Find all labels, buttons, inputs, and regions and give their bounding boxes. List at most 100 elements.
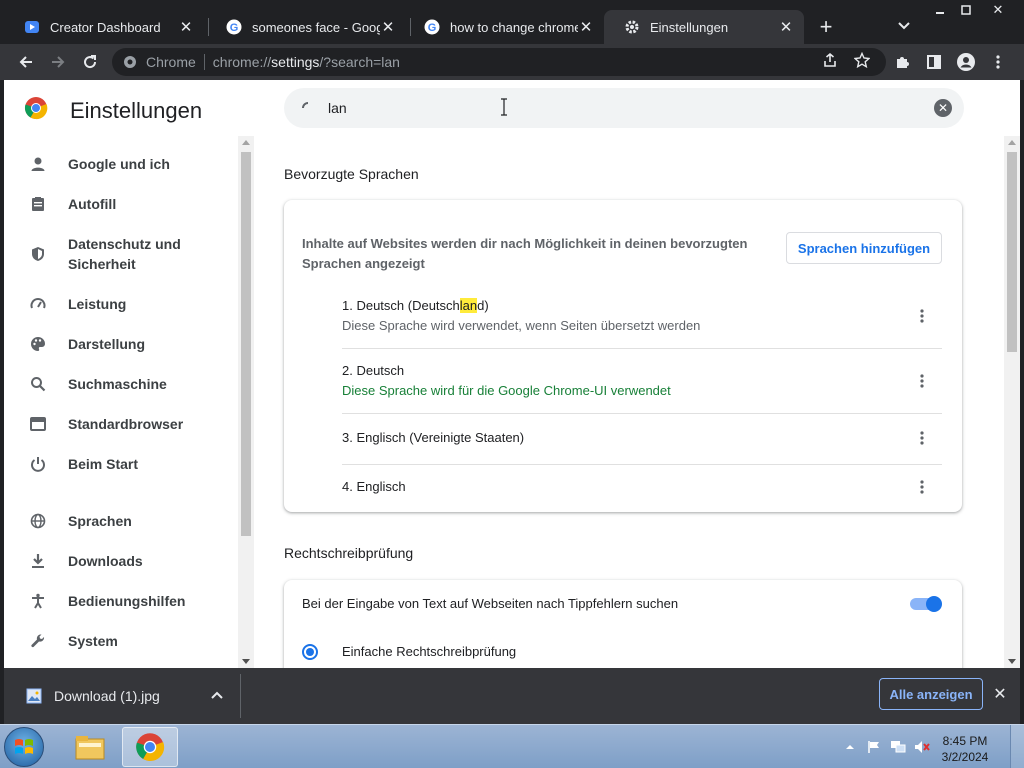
close-tab-icon[interactable]: ✕ <box>380 19 396 36</box>
language-more-icon[interactable] <box>914 371 930 391</box>
extensions-puzzle-icon[interactable] <box>890 50 914 74</box>
windows-logo-icon <box>15 739 33 754</box>
language-more-icon[interactable] <box>914 428 930 448</box>
close-tab-icon[interactable]: ✕ <box>778 19 794 36</box>
sidebar-item-label: Autofill <box>68 196 117 212</box>
side-panel-icon[interactable] <box>922 50 946 74</box>
sidebar-item-sprachen[interactable]: Sprachen <box>4 509 238 533</box>
scroll-up-arrow-icon[interactable] <box>1008 140 1016 145</box>
sidebar-item-leistung[interactable]: Leistung <box>4 292 238 316</box>
sidebar-item-label: Downloads <box>68 553 143 569</box>
download-item[interactable]: Download (1).jpg <box>4 668 240 724</box>
maximize-button[interactable] <box>952 1 980 19</box>
main-scrollbar[interactable] <box>1004 136 1020 668</box>
sidebar-item-google-und-ich[interactable]: Google und ich <box>4 152 238 176</box>
close-tab-icon[interactable]: ✕ <box>578 19 594 36</box>
bookmark-star-icon[interactable] <box>850 48 874 72</box>
start-button[interactable] <box>4 727 44 767</box>
close-tab-icon[interactable]: ✕ <box>178 19 194 36</box>
row-divider <box>342 348 942 349</box>
search-input-value[interactable]: lan <box>328 100 347 116</box>
address-bar[interactable]: Chrome chrome:// settings /?search=lan <box>112 48 886 76</box>
download-divider <box>240 674 241 718</box>
loading-spinner-icon <box>300 100 316 116</box>
globe-icon <box>28 511 48 531</box>
omnibox-divider <box>203 54 205 70</box>
action-center-flag-icon[interactable] <box>866 739 882 755</box>
settings-search-field[interactable]: lan ✕ <box>284 88 964 128</box>
windows-taskbar: 8:45 PM 3/2/2024 <box>0 724 1024 768</box>
browser-window-icon <box>28 414 48 434</box>
forward-arrow-icon[interactable] <box>46 50 70 74</box>
sidebar-item-label: Sprachen <box>68 513 132 529</box>
spellcheck-toggle[interactable] <box>910 596 942 612</box>
languages-description: Inhalte auf Websites werden dir nach Mög… <box>302 236 748 271</box>
tab-strip: Creator Dashboard ✕ G someones face - Go… <box>0 0 1024 44</box>
new-tab-button[interactable]: + <box>812 14 840 40</box>
chrome-logo-icon <box>24 96 48 125</box>
tab-title: how to change chrome la <box>450 19 578 35</box>
sidebar-item-beim-start[interactable]: Beim Start <box>4 452 238 476</box>
sidebar-item-system[interactable]: System <box>4 629 238 653</box>
power-icon <box>28 454 48 474</box>
volume-muted-icon[interactable] <box>914 739 930 755</box>
window-close-button[interactable]: ✕ <box>980 1 1016 19</box>
accessibility-icon <box>28 591 48 611</box>
sidebar-item-autofill[interactable]: Autofill <box>4 192 238 216</box>
sidebar-item-bedienungshilfen[interactable]: Bedienungshilfen <box>4 589 238 613</box>
scrollbar-thumb[interactable] <box>241 152 251 536</box>
speedometer-icon <box>28 294 48 314</box>
scroll-down-arrow-icon[interactable] <box>1008 659 1016 664</box>
tab-einstellungen[interactable]: Einstellungen ✕ <box>604 10 804 44</box>
language-row: 1. Deutsch (Deutschland) Diese Sprache w… <box>342 296 942 349</box>
close-download-shelf-icon[interactable]: ✕ <box>992 686 1008 703</box>
show-desktop-button[interactable] <box>1010 725 1024 768</box>
sidebar-item-downloads[interactable]: Downloads <box>4 549 238 573</box>
tab-creator-dashboard[interactable]: Creator Dashboard ✕ <box>4 10 204 44</box>
language-row: 4. Englisch <box>342 477 942 501</box>
url-host: settings <box>271 54 320 70</box>
tab-how-to-change-chrome[interactable]: G how to change chrome la ✕ <box>404 10 604 44</box>
language-more-icon[interactable] <box>914 306 930 326</box>
sidebar-item-label: Suchmaschine <box>68 376 167 392</box>
spellcheck-toggle-label: Bei der Eingabe von Text auf Webseiten n… <box>302 596 679 611</box>
taskbar-clock[interactable]: 8:45 PM 3/2/2024 <box>930 733 1000 765</box>
add-languages-button[interactable]: Sprachen hinzufügen <box>786 232 942 264</box>
row-divider <box>342 464 942 465</box>
taskbar-file-explorer[interactable] <box>62 727 118 767</box>
tab-title: someones face - Google <box>252 19 380 35</box>
chevron-up-icon[interactable] <box>210 688 224 702</box>
scroll-down-arrow-icon[interactable] <box>242 659 250 664</box>
chrome-chip-label: Chrome <box>146 54 196 70</box>
tab-someones-face[interactable]: G someones face - Google ✕ <box>206 10 406 44</box>
tab-search-chevron-icon[interactable] <box>892 14 916 38</box>
sidebar-item-label: System <box>68 633 118 649</box>
clear-search-icon[interactable]: ✕ <box>934 99 952 117</box>
language-name: 2. Deutsch <box>342 363 405 378</box>
language-name: 4. Englisch <box>342 479 406 494</box>
sidebar-scrollbar[interactable] <box>238 136 254 668</box>
scrollbar-thumb[interactable] <box>1007 152 1017 352</box>
sidebar-item-suchmaschine[interactable]: Suchmaschine <box>4 372 238 396</box>
tray-overflow-chevron-icon[interactable] <box>842 739 858 755</box>
network-icon[interactable] <box>890 739 906 755</box>
kebab-menu-icon[interactable] <box>986 50 1010 74</box>
spellcheck-card: Bei der Eingabe von Text auf Webseiten n… <box>284 580 962 668</box>
palette-icon <box>28 334 48 354</box>
language-more-icon[interactable] <box>914 477 930 497</box>
share-icon[interactable] <box>818 48 842 72</box>
back-arrow-icon[interactable] <box>14 50 38 74</box>
radio-basic-spellcheck[interactable] <box>302 644 318 660</box>
scroll-up-arrow-icon[interactable] <box>242 140 250 145</box>
show-all-button[interactable]: Alle anzeigen <box>879 678 983 710</box>
taskbar-chrome[interactable] <box>122 727 178 767</box>
minimize-button[interactable] <box>926 1 954 19</box>
language-row: 3. Englisch (Vereinigte Staaten) <box>342 428 942 465</box>
sidebar-item-darstellung[interactable]: Darstellung <box>4 332 238 356</box>
profile-avatar-icon[interactable] <box>954 50 978 74</box>
svg-text:G: G <box>230 22 239 34</box>
reload-icon[interactable] <box>78 50 102 74</box>
sidebar-item-standardbrowser[interactable]: Standardbrowser <box>4 412 238 436</box>
sidebar-item-datenschutz[interactable]: Datenschutz und Sicherheit <box>4 232 238 276</box>
download-icon <box>28 551 48 571</box>
